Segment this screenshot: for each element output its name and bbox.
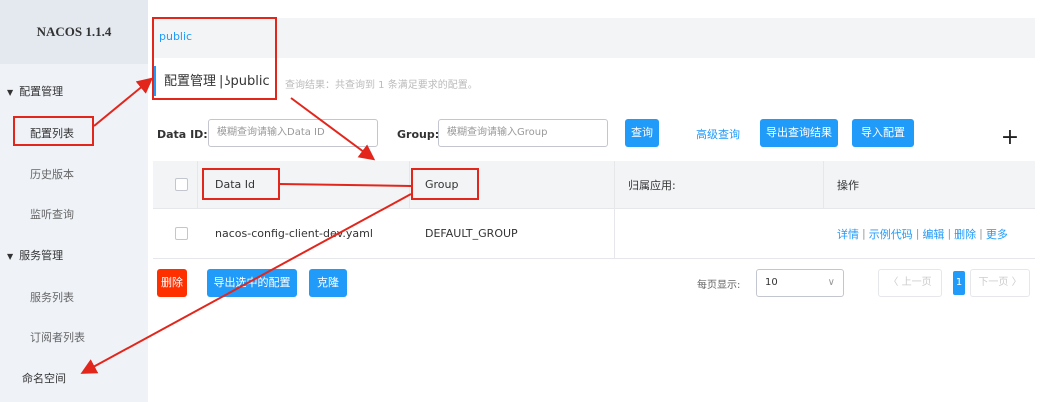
delete-button[interactable]: 删除 xyxy=(157,269,187,297)
caret-down-icon: ▼ xyxy=(7,252,14,261)
data-id-label: Data ID: xyxy=(157,128,208,141)
advanced-query-link[interactable]: 高级查询 xyxy=(696,126,740,142)
sidebar-group-config-label: 配置管理 xyxy=(19,85,64,98)
table-header: Data Id Group 归属应用: 操作 xyxy=(153,161,1035,209)
sidebar-group-config[interactable]: ▼ 配置管理 xyxy=(7,83,63,99)
export-selected-button[interactable]: 导出选中的配置 xyxy=(207,269,297,297)
next-page-button[interactable]: 下一页 〉 xyxy=(970,269,1030,297)
query-button[interactable]: 查询 xyxy=(625,119,659,147)
column-header-app: 归属应用: xyxy=(628,178,676,192)
column-header-actions: 操作 xyxy=(837,178,859,192)
sidebar-item-listener[interactable]: 监听查询 xyxy=(30,206,74,222)
current-page-button[interactable]: 1 xyxy=(953,271,965,295)
sidebar-item-namespace[interactable]: 命名空间 xyxy=(22,370,66,386)
row-checkbox[interactable] xyxy=(175,227,188,240)
clone-button[interactable]: 克隆 xyxy=(309,269,347,297)
main-content: public 配置管理 |ʖpublic 查询结果：共查询到 1 条满足要求的配置… xyxy=(148,0,1040,402)
sidebar-group-service-label: 服务管理 xyxy=(19,249,64,262)
namespace-bar: public xyxy=(153,18,1035,58)
result-summary: 查询结果：共查询到 1 条满足要求的配置。 xyxy=(285,80,478,91)
sidebar-item-service-list[interactable]: 服务列表 xyxy=(30,289,74,305)
caret-down-icon: ▼ xyxy=(7,88,14,97)
action-separator: | xyxy=(979,227,983,240)
action-sample-code-link[interactable]: 示例代码 xyxy=(869,226,913,242)
sidebar: NACOS 1.1.4 ▼ 配置管理 配置列表 历史版本 监听查询 ▼ 服务管理 服… xyxy=(0,0,148,402)
nacos-console: NACOS 1.1.4 ▼ 配置管理 配置列表 历史版本 监听查询 ▼ 服务管理 服… xyxy=(0,0,1040,402)
group-input[interactable]: 模糊查询请输入Group xyxy=(438,119,608,147)
group-label: Group: xyxy=(397,128,440,141)
action-edit-link[interactable]: 编辑 xyxy=(922,226,944,242)
header-checkbox-cell xyxy=(175,161,188,208)
column-divider xyxy=(409,161,410,208)
page-size-label: 每页显示: xyxy=(697,280,741,291)
annotation-box-namespace xyxy=(152,17,277,100)
sidebar-item-subscribers[interactable]: 订阅者列表 xyxy=(30,329,85,345)
action-delete-link[interactable]: 删除 xyxy=(954,226,976,242)
table-row: nacos-config-client-dev.yaml DEFAULT_GRO… xyxy=(153,209,1035,259)
action-separator: | xyxy=(862,227,866,240)
cell-data-id: nacos-config-client-dev.yaml xyxy=(215,227,373,240)
page-size-value: 10 xyxy=(765,277,778,288)
column-divider xyxy=(614,209,615,258)
row-checkbox-cell xyxy=(175,209,188,258)
sidebar-group-service[interactable]: ▼ 服务管理 xyxy=(7,247,63,263)
data-id-input[interactable]: 模糊查询请输入Data ID xyxy=(208,119,378,147)
column-divider xyxy=(823,161,824,208)
prev-page-button[interactable]: 〈 上一页 xyxy=(878,269,942,297)
action-detail-link[interactable]: 详情 xyxy=(837,226,859,242)
annotation-box-data-id xyxy=(202,168,280,200)
sidebar-item-history[interactable]: 历史版本 xyxy=(30,166,74,182)
page-size-select[interactable]: 10 ∨ xyxy=(756,269,844,297)
column-divider xyxy=(197,161,198,208)
action-separator: | xyxy=(915,227,920,240)
cell-group: DEFAULT_GROUP xyxy=(425,227,518,240)
select-all-checkbox[interactable] xyxy=(175,178,188,191)
action-more-link[interactable]: 更多 xyxy=(986,226,1008,242)
annotation-box-config-list xyxy=(13,116,94,146)
row-actions: 详情 | 示例代码 | 编辑 | 删除 | 更多 xyxy=(837,209,1008,258)
column-divider xyxy=(614,161,615,208)
export-results-button[interactable]: 导出查询结果 xyxy=(760,119,838,147)
brand-title: NACOS 1.1.4 xyxy=(0,0,148,64)
chevron-down-icon: ∨ xyxy=(827,277,835,288)
import-config-button[interactable]: 导入配置 xyxy=(852,119,914,147)
add-config-button[interactable]: + xyxy=(993,121,1027,155)
annotation-box-group xyxy=(411,168,479,200)
action-separator: | xyxy=(947,227,952,240)
